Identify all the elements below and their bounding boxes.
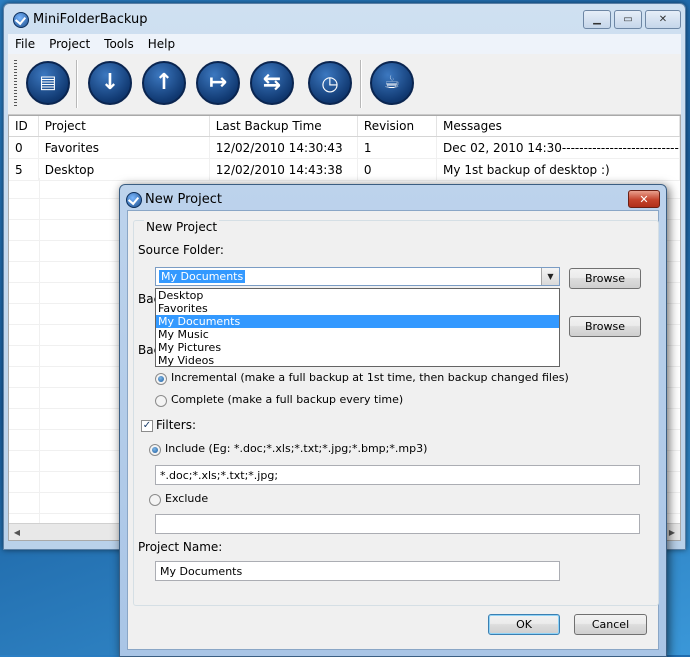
group-legend: New Project bbox=[144, 220, 220, 234]
window-title: MiniFolderBackup bbox=[33, 12, 148, 27]
menu-project[interactable]: Project bbox=[42, 37, 97, 51]
cell-project: Favorites bbox=[39, 137, 210, 158]
complete-label: Complete (make a full backup every time) bbox=[171, 393, 404, 406]
chevron-down-icon: ▼ bbox=[547, 272, 554, 281]
cell-revision: 1 bbox=[358, 137, 438, 158]
col-project[interactable]: Project bbox=[39, 116, 210, 136]
scroll-left-icon[interactable]: ◀ bbox=[9, 524, 25, 540]
restore-up-icon: ↑ bbox=[154, 70, 174, 95]
cell-id: 0 bbox=[9, 137, 39, 158]
complete-radio[interactable] bbox=[155, 395, 167, 407]
menu-help[interactable]: Help bbox=[141, 37, 182, 51]
source-folder-combo[interactable]: My Documents ▼ bbox=[155, 267, 560, 286]
toolbar-grip[interactable] bbox=[14, 60, 17, 108]
incremental-radio[interactable] bbox=[155, 373, 167, 385]
cell-project: Desktop bbox=[39, 159, 210, 180]
cancel-button[interactable]: Cancel bbox=[574, 614, 647, 635]
new-project-dialog: New Project ✕ New Project Source Folder:… bbox=[119, 184, 667, 657]
exclude-field[interactable] bbox=[155, 514, 640, 534]
title-bar[interactable]: MiniFolderBackup ▁ ▭ ✕ bbox=[4, 4, 685, 34]
backup-down-icon: ↓ bbox=[100, 70, 120, 95]
dropdown-option[interactable]: My Pictures bbox=[156, 341, 559, 354]
maximize-icon: ▭ bbox=[623, 14, 633, 25]
filters-checkbox[interactable]: ✓ bbox=[141, 420, 153, 432]
col-id[interactable]: ID bbox=[9, 116, 39, 136]
cell-last-backup-time: 12/02/2010 14:43:38 bbox=[210, 159, 358, 180]
grid-divider bbox=[39, 178, 40, 524]
dropdown-option[interactable]: My Videos bbox=[156, 354, 559, 367]
col-revision[interactable]: Revision bbox=[358, 116, 438, 136]
dropdown-option-selected[interactable]: My Documents bbox=[156, 315, 559, 328]
cell-messages: Dec 02, 2010 14:30----------------------… bbox=[437, 137, 680, 158]
project-name-label: Project Name: bbox=[138, 540, 223, 554]
restore-button[interactable]: ↑ bbox=[142, 61, 186, 105]
source-folder-value: My Documents bbox=[159, 270, 246, 283]
minimize-button[interactable]: ▁ bbox=[583, 10, 611, 29]
cell-last-backup-time: 12/02/2010 14:30:43 bbox=[210, 137, 358, 158]
backup-button[interactable]: ↓ bbox=[88, 61, 132, 105]
dropdown-option[interactable]: My Music bbox=[156, 328, 559, 341]
browse-backup-button[interactable]: Browse bbox=[569, 316, 641, 337]
source-folder-label: Source Folder: bbox=[138, 243, 224, 257]
new-project-button[interactable]: ▤ bbox=[26, 61, 70, 105]
close-icon: ✕ bbox=[639, 192, 649, 206]
schedule-button[interactable]: ◷ bbox=[308, 61, 352, 105]
maximize-button[interactable]: ▭ bbox=[614, 10, 642, 29]
app-icon bbox=[13, 12, 29, 28]
col-last-backup-time[interactable]: Last Backup Time bbox=[210, 116, 358, 136]
toolbar-separator bbox=[360, 60, 362, 108]
sync-icon: ⇆ bbox=[262, 70, 282, 95]
checkmark-icon: ✓ bbox=[142, 420, 152, 431]
dropdown-option[interactable]: Favorites bbox=[156, 302, 559, 315]
exclude-radio[interactable] bbox=[149, 494, 161, 506]
coffee-icon: ☕ bbox=[383, 72, 401, 93]
combo-dropdown-button[interactable]: ▼ bbox=[541, 268, 559, 285]
exclude-label: Exclude bbox=[165, 492, 209, 505]
caption-buttons: ▁ ▭ ✕ bbox=[580, 10, 681, 29]
export-icon: ↦ bbox=[208, 70, 228, 95]
include-label: Include (Eg: *.doc;*.xls;*.txt;*.jpg;*.b… bbox=[165, 442, 428, 455]
close-icon: ✕ bbox=[658, 14, 668, 25]
toolbar-separator bbox=[76, 60, 78, 108]
cell-messages: My 1st backup of desktop :) bbox=[437, 159, 680, 180]
export-button[interactable]: ↦ bbox=[196, 61, 240, 105]
ok-button[interactable]: OK bbox=[488, 614, 560, 635]
menu-file[interactable]: File bbox=[8, 37, 42, 51]
dialog-body: New Project Source Folder: My Documents … bbox=[127, 210, 659, 650]
toolbar: ▤ ↓ ↑ ↦ ⇆ ◷ ☕ bbox=[8, 54, 681, 115]
source-folder-dropdown[interactable]: Desktop Favorites My Documents My Music … bbox=[155, 288, 560, 367]
project-name-field[interactable]: My Documents bbox=[155, 561, 560, 581]
include-field[interactable]: *.doc;*.xls;*.txt;*.jpg; bbox=[155, 465, 640, 485]
close-button[interactable]: ✕ bbox=[645, 10, 681, 29]
dialog-title: New Project bbox=[145, 192, 222, 207]
incremental-label: Incremental (make a full backup at 1st t… bbox=[171, 371, 569, 384]
col-messages[interactable]: Messages bbox=[437, 116, 680, 136]
sync-button[interactable]: ⇆ bbox=[250, 61, 294, 105]
table-row[interactable]: 0 Favorites 12/02/2010 14:30:43 1 Dec 02… bbox=[9, 137, 680, 159]
schedule-icon: ◷ bbox=[321, 71, 339, 95]
new-project-group: New Project Source Folder: My Documents … bbox=[133, 220, 659, 606]
dialog-close-button[interactable]: ✕ bbox=[628, 190, 660, 208]
menu-tools[interactable]: Tools bbox=[97, 37, 141, 51]
dropdown-option[interactable]: Desktop bbox=[156, 289, 559, 302]
cell-id: 5 bbox=[9, 159, 39, 180]
browse-source-button[interactable]: Browse bbox=[569, 268, 641, 289]
dialog-app-icon bbox=[126, 192, 142, 208]
include-radio[interactable] bbox=[149, 444, 161, 456]
filters-label: Filters: bbox=[156, 418, 197, 432]
about-button[interactable]: ☕ bbox=[370, 61, 414, 105]
menu-bar: File Project Tools Help bbox=[8, 34, 681, 54]
cell-revision: 0 bbox=[358, 159, 438, 180]
minimize-icon: ▁ bbox=[593, 14, 601, 25]
new-project-icon: ▤ bbox=[39, 72, 57, 93]
grid-header: ID Project Last Backup Time Revision Mes… bbox=[9, 116, 680, 137]
